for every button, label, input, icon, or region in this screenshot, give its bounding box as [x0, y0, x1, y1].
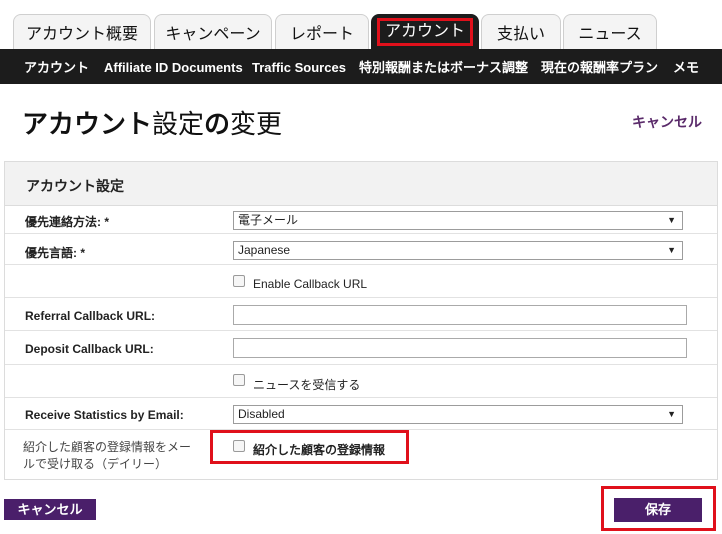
- subnav-account[interactable]: アカウント: [24, 49, 89, 84]
- deposit-callback-row: Deposit Callback URL:: [5, 331, 717, 365]
- language-row: 優先言語: * Japanese ▼: [5, 234, 717, 265]
- referral-callback-label: Referral Callback URL:: [25, 309, 156, 323]
- page-title-particle: の: [204, 109, 231, 139]
- referred-info-label: 紹介した顧客の登録情報をメー ルで受け取る（デイリー）: [23, 439, 191, 473]
- panel-header: アカウント設定: [5, 162, 717, 206]
- page-title: アカウント設定の変更: [22, 104, 282, 141]
- cancel-button[interactable]: キャンセル: [4, 499, 96, 520]
- tab-account-overview[interactable]: アカウント概要: [13, 14, 151, 49]
- enable-callback-label: Enable Callback URL: [253, 277, 368, 291]
- tab-campaign[interactable]: キャンペーン: [154, 14, 272, 49]
- referral-callback-row: Referral Callback URL:: [5, 298, 717, 331]
- tab-report[interactable]: レポート: [275, 14, 369, 49]
- save-button[interactable]: 保存: [614, 498, 702, 522]
- contact-method-row: 優先連絡方法: * 電子メール ▼: [5, 206, 717, 234]
- referred-info-label-line2: ルで受け取る（デイリー）: [23, 457, 168, 471]
- chevron-down-icon: ▼: [667, 245, 676, 255]
- subnav-traffic-sources[interactable]: Traffic Sources: [252, 49, 346, 84]
- deposit-callback-label: Deposit Callback URL:: [25, 342, 154, 356]
- stats-email-label: Receive Statistics by Email:: [25, 408, 184, 422]
- cancel-link[interactable]: キャンセル: [632, 112, 702, 132]
- callback-row: Enable Callback URL: [5, 265, 717, 298]
- contact-method-label: 優先連絡方法: *: [25, 215, 110, 229]
- highlight-box: [210, 430, 409, 464]
- stats-email-select[interactable]: Disabled ▼: [233, 405, 683, 424]
- deposit-callback-input[interactable]: [233, 338, 687, 358]
- page-title-rest: 設定: [152, 110, 205, 140]
- language-value: Japanese: [238, 243, 291, 257]
- language-select[interactable]: Japanese ▼: [233, 241, 683, 260]
- tab-account[interactable]: アカウント: [371, 14, 479, 49]
- subnav-commission-plan[interactable]: 現在の報酬率プラン: [541, 49, 658, 84]
- receive-news-label: ニュースを受信する: [253, 378, 361, 392]
- referral-callback-input[interactable]: [233, 305, 687, 325]
- chevron-down-icon: ▼: [667, 215, 676, 225]
- page-title-bold: アカウント: [22, 109, 153, 139]
- page-title-end: 変更: [230, 110, 283, 140]
- subnav-bonus-adjustment[interactable]: 特別報酬またはボーナス調整: [359, 49, 528, 84]
- enable-callback-checkbox[interactable]: [233, 275, 245, 287]
- sub-navigation: アカウント Affiliate ID Documents Traffic Sou…: [0, 49, 722, 84]
- subnav-affiliate-id-documents[interactable]: Affiliate ID Documents: [104, 49, 243, 84]
- panel-heading: アカウント設定: [26, 178, 124, 194]
- referred-info-label-line1: 紹介した顧客の登録情報をメー: [23, 440, 192, 454]
- subnav-memo[interactable]: メモ: [673, 49, 699, 84]
- tab-news[interactable]: ニュース: [563, 14, 657, 49]
- language-label: 優先言語: *: [25, 246, 86, 260]
- contact-method-value: 電子メール: [238, 213, 299, 227]
- contact-method-select[interactable]: 電子メール ▼: [233, 211, 683, 230]
- news-row: ニュースを受信する: [5, 365, 717, 398]
- chevron-down-icon: ▼: [667, 409, 676, 419]
- receive-news-checkbox[interactable]: [233, 374, 245, 386]
- tab-account-label: アカウント: [376, 18, 473, 46]
- main-tabs: アカウント概要 キャンペーン レポート アカウント 支払い ニュース: [0, 12, 722, 49]
- stats-row: Receive Statistics by Email: Disabled ▼: [5, 398, 717, 430]
- stats-email-value: Disabled: [238, 407, 285, 421]
- tab-payment[interactable]: 支払い: [481, 14, 561, 49]
